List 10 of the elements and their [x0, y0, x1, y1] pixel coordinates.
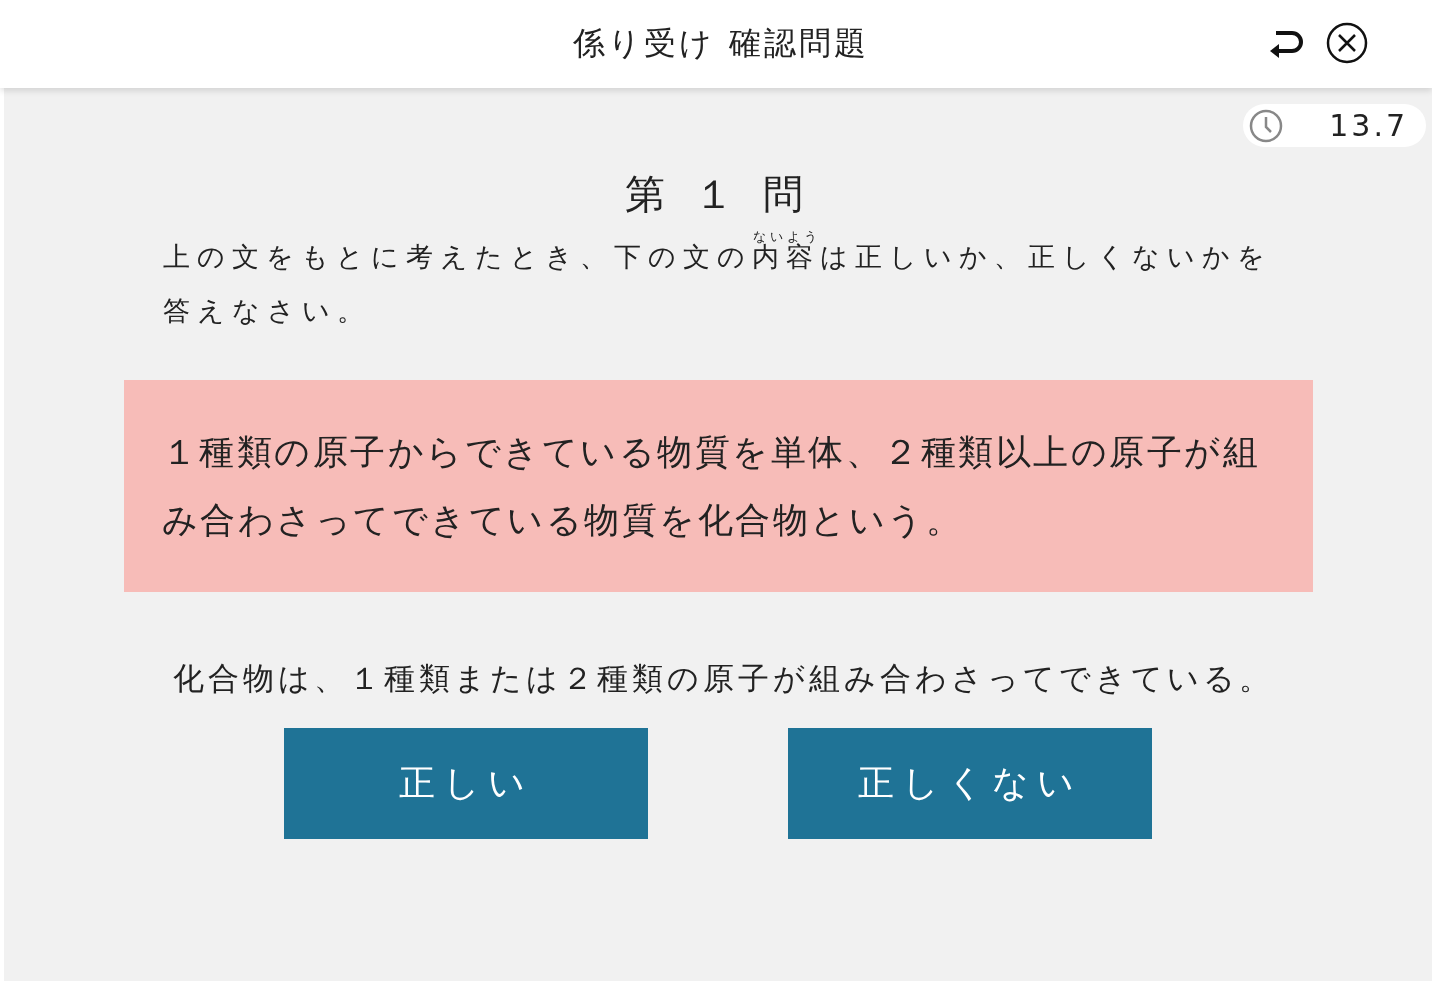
- timer-value: 13.7: [1329, 108, 1408, 143]
- close-icon[interactable]: [1326, 22, 1368, 64]
- source-sentence: １種類の原子からできている物質を単体、２種類以上の原子が組み合わさってできている物質を化合物という。: [161, 431, 1261, 542]
- answer-button[interactable]: 正しい: [284, 728, 648, 839]
- clock-icon: [1249, 108, 1284, 143]
- statement-text: 化合物は、１種類または２種類の原子が組み合わさってできている。: [173, 659, 1275, 698]
- question-number: 第 １ 問: [625, 170, 811, 219]
- answer-button[interactable]: 正しくない: [788, 728, 1152, 839]
- instruction-text: 上の文をもとに考えたとき、下の文の 内容 ないよう は正しいか、正しくないかを答えなさい。: [163, 230, 1273, 328]
- window-title: 係り受け 確認問題: [573, 23, 869, 64]
